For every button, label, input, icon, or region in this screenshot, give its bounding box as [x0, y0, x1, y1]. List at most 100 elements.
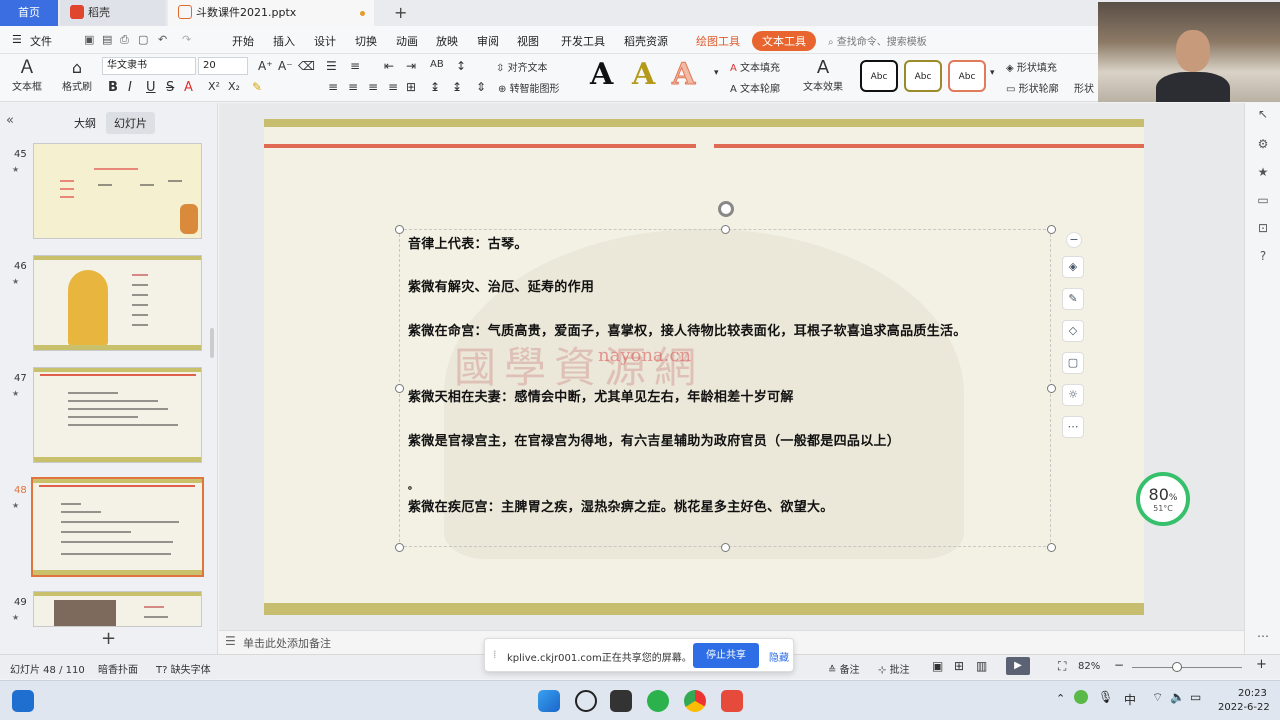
slide-paragraph[interactable]: 紫微天相在夫妻：感情会中断，尤其单见左右，年龄相差十岁可解	[408, 387, 1028, 409]
resize-handle[interactable]	[395, 225, 404, 234]
underline-icon[interactable]: U	[146, 80, 156, 95]
animation-icon[interactable]: ★	[1255, 165, 1271, 181]
zoom-out-icon[interactable]: −	[1114, 658, 1124, 672]
battery-icon[interactable]: ▭	[1190, 690, 1201, 704]
menu-slideshow[interactable]: 放映	[436, 33, 458, 49]
resize-handle[interactable]	[721, 225, 730, 234]
resize-handle[interactable]	[395, 384, 404, 393]
wifi-icon[interactable]: ⌔	[1152, 690, 1163, 705]
font-size-select[interactable]: 20	[198, 57, 248, 75]
font-color-icon[interactable]: A	[184, 80, 193, 95]
menu-transition[interactable]: 切换	[355, 33, 377, 49]
align-left-icon[interactable]: ≡	[328, 80, 338, 94]
performance-gauge[interactable]: 80% 51°C	[1136, 472, 1190, 526]
tray-chevron-icon[interactable]: ⌃	[1056, 692, 1065, 705]
columns-icon[interactable]: ⇕	[476, 80, 486, 94]
clock-time[interactable]: 20:23	[1238, 688, 1267, 699]
resize-handle[interactable]	[1047, 225, 1056, 234]
text-style-more-icon[interactable]: ▾	[714, 68, 719, 78]
backup-icon[interactable]: ⊡	[1255, 221, 1271, 237]
export-icon[interactable]: ▤	[102, 33, 112, 46]
windows-start-icon[interactable]	[538, 690, 560, 712]
indent-decrease-icon[interactable]: ⇤	[384, 59, 394, 73]
menu-file[interactable]: 文件	[30, 33, 52, 49]
justify-icon[interactable]: ≡	[388, 80, 398, 94]
distributed-icon[interactable]: ⊞	[406, 80, 416, 94]
italic-icon[interactable]: I	[128, 80, 132, 95]
shape-effect-button[interactable]: 形状	[1074, 80, 1094, 95]
zoom-level[interactable]: 82%	[1078, 661, 1100, 672]
drag-handle-icon[interactable]: ⁞	[493, 648, 497, 661]
paragraph-spacing-icon[interactable]: ↨	[452, 80, 462, 94]
tab-slides[interactable]: 幻灯片	[106, 112, 155, 134]
menu-view[interactable]: 视图	[517, 33, 539, 49]
print-icon[interactable]: ⎙	[120, 33, 129, 47]
wps-icon[interactable]	[721, 690, 743, 712]
resize-handle[interactable]	[1047, 543, 1056, 552]
preview-icon[interactable]: ▢	[138, 33, 148, 46]
layers-icon[interactable]: ◈	[1062, 256, 1084, 278]
slide-layout-icon[interactable]: ▭	[1255, 193, 1271, 209]
slide-thumbnail[interactable]	[33, 255, 202, 351]
more-icon[interactable]: ⋯	[1062, 416, 1084, 438]
normal-view-icon[interactable]: ▣	[932, 659, 943, 673]
shrink-font-icon[interactable]: A⁻	[278, 59, 293, 73]
add-slide-plus-icon[interactable]: +	[101, 628, 116, 649]
slide-thumbnail[interactable]	[33, 143, 202, 239]
cursor-icon[interactable]: ↖	[1255, 107, 1271, 123]
menu-docer-resources[interactable]: 稻壳资源	[624, 33, 668, 49]
selected-text-box[interactable]: 音律上代表：古琴。 紫微有解灾、治厄、延寿的作用 紫微在命宫：气质高贵，爱面子，…	[395, 201, 1056, 552]
text-style-black[interactable]: A	[590, 60, 613, 90]
tab-docer[interactable]: 稻壳	[60, 0, 166, 26]
smart-shape-button[interactable]: ⊕ 转智能图形	[498, 80, 560, 95]
resize-handle[interactable]	[721, 543, 730, 552]
menu-developer[interactable]: 开发工具	[561, 33, 605, 49]
bold-icon[interactable]: B	[108, 80, 118, 95]
tab-document[interactable]: 斗数课件2021.pptx	[168, 0, 374, 26]
zoom-slider-track[interactable]	[1132, 667, 1242, 668]
sorter-view-icon[interactable]: ⊞	[954, 659, 964, 673]
slide-paragraph[interactable]: 紫微在疾厄宫：主脾胃之疾，湿热杂痹之症。桃花星多主好色、欲望大。	[408, 497, 1028, 519]
menu-home[interactable]: 开始	[232, 33, 254, 49]
shape-style-3[interactable]: Abc	[948, 60, 986, 92]
shape-fill-button[interactable]: ◈ 形状填充	[1006, 59, 1057, 74]
indent-increase-icon[interactable]: ⇥	[406, 59, 416, 73]
text-style-gold[interactable]: A	[632, 60, 655, 90]
clock-date[interactable]: 2022-6-22	[1218, 702, 1270, 713]
slide-paragraph[interactable]: 音律上代表：古琴。	[408, 234, 1028, 256]
line-spacing-icon[interactable]: ↨	[430, 80, 440, 94]
missing-font-button[interactable]: T? 缺失字体	[156, 661, 211, 676]
text-outline-button[interactable]: A 文本轮廓	[730, 80, 780, 95]
redo-icon[interactable]: ↷	[182, 33, 191, 46]
command-search[interactable]: ⌕ 查找命令、搜索模板	[828, 33, 927, 48]
align-right-icon[interactable]: ≡	[368, 80, 378, 94]
new-tab-plus-icon[interactable]: +	[384, 0, 407, 26]
pen-icon[interactable]: ✎	[1062, 288, 1084, 310]
format-painter-button[interactable]: ⌂ 格式刷	[58, 58, 96, 93]
text-effect-button[interactable]: A 文本效果	[798, 58, 848, 94]
menu-review[interactable]: 审阅	[477, 33, 499, 49]
collapse-panel-icon[interactable]: «	[6, 113, 14, 128]
superscript-icon[interactable]: X²	[208, 80, 220, 93]
menu-drawing-tools[interactable]: 绘图工具	[696, 33, 740, 49]
theme-name[interactable]: 暗香扑面	[98, 661, 138, 676]
properties-icon[interactable]: ⚙	[1255, 137, 1271, 153]
fill-bucket-icon[interactable]: ◇	[1062, 320, 1084, 342]
slide-thumbnail[interactable]	[33, 367, 202, 463]
sort-icon[interactable]: ↕	[456, 59, 466, 73]
bullets-icon[interactable]: ☰	[326, 59, 337, 73]
ime-indicator[interactable]: 中	[1124, 691, 1136, 708]
hamburger-icon[interactable]: ☰	[12, 33, 22, 46]
help-icon[interactable]: ?	[1255, 249, 1271, 265]
resize-handle[interactable]	[395, 543, 404, 552]
slide-paragraph[interactable]: 。	[408, 476, 1028, 498]
play-slideshow-icon[interactable]: ▶	[1006, 657, 1030, 675]
wechat-icon[interactable]	[647, 690, 669, 712]
slide-paragraph[interactable]: 紫微是官禄宫主，在官禄宫为得地，有六吉星辅助为政府官员（一般都是四品以上）	[408, 431, 1028, 453]
lightbulb-icon[interactable]: ☼	[1062, 384, 1084, 406]
shape-style-1[interactable]: Abc	[860, 60, 898, 92]
collapse-toolbar-icon[interactable]: −	[1066, 232, 1082, 248]
comments-toggle[interactable]: ⊹ 批注	[878, 661, 910, 676]
frame-icon[interactable]: ▢	[1062, 352, 1084, 374]
strikethrough-icon[interactable]: S	[166, 80, 174, 95]
